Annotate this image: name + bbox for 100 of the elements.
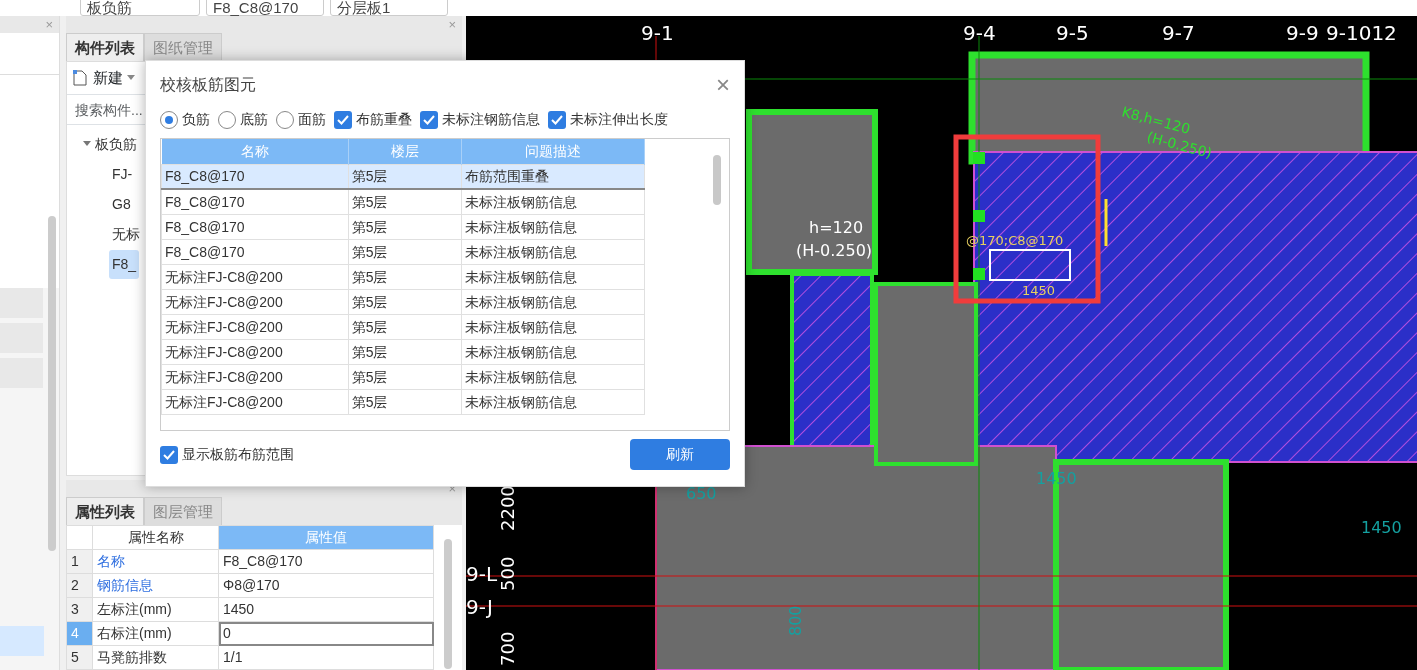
column-header: 名称 xyxy=(161,139,349,164)
table-cell[interactable]: 无标注FJ-C8@200 xyxy=(161,314,349,339)
table-cell[interactable]: 第5层 xyxy=(348,164,462,189)
dropdown[interactable]: 分层板1 xyxy=(330,0,448,16)
annotation-text: h=120 xyxy=(809,218,864,237)
property-name: 马凳筋排数 xyxy=(92,645,219,670)
axis-label: 9-L xyxy=(466,562,498,586)
dropdown[interactable]: F8_C8@170 xyxy=(206,0,324,16)
table-cell[interactable]: 无标注FJ-C8@200 xyxy=(161,339,349,364)
refresh-button[interactable]: 刷新 xyxy=(630,439,730,470)
property-name: 名称 xyxy=(92,549,219,574)
table-cell[interactable]: 第5层 xyxy=(348,239,462,264)
table-cell[interactable]: 第5层 xyxy=(348,339,462,364)
table-cell[interactable]: 无标注FJ-C8@200 xyxy=(161,264,349,289)
row-number: 4 xyxy=(66,621,93,646)
table-cell[interactable]: 未标注板钢筋信息 xyxy=(461,214,645,239)
checkbox-label: 布筋重叠 xyxy=(356,110,412,129)
checkbox[interactable] xyxy=(548,110,566,129)
axis-label: 9-1012 xyxy=(1326,21,1397,45)
new-button[interactable]: 新建 xyxy=(93,66,123,90)
dimension-text: 1450 xyxy=(1361,518,1402,537)
caret-icon[interactable] xyxy=(127,75,135,81)
table-cell[interactable]: 第5层 xyxy=(348,264,462,289)
property-value: Φ8@170 xyxy=(218,573,434,598)
table-cell[interactable]: 第5层 xyxy=(348,289,462,314)
column-header: 属性值 xyxy=(218,525,434,550)
tree-item[interactable]: FJ- xyxy=(109,159,136,189)
new-file-icon xyxy=(71,69,89,87)
grip-handle[interactable] xyxy=(973,152,985,164)
axis-label: 9-5 xyxy=(1056,21,1089,45)
row-number: 2 xyxy=(66,573,93,598)
column-header: 楼层 xyxy=(348,139,462,164)
radio-button[interactable] xyxy=(218,110,236,129)
row-number: 5 xyxy=(66,645,93,670)
dimension-text: 2200 xyxy=(497,485,518,531)
table-cell[interactable]: F8_C8@170 xyxy=(161,239,349,264)
tree-item[interactable]: F8_ xyxy=(109,249,140,279)
tree-item[interactable]: G8 xyxy=(109,189,134,219)
property-name: 左标注(mm) xyxy=(92,597,219,622)
checkbox-label: 未标注伸出长度 xyxy=(570,110,668,129)
table-cell[interactable]: 第5层 xyxy=(348,389,462,414)
axis-label: 9-7 xyxy=(1162,21,1195,45)
grip-handle[interactable] xyxy=(973,210,985,222)
tab[interactable]: 属性列表 xyxy=(66,497,144,525)
row-number: 1 xyxy=(66,549,93,574)
radio-label: 负筋 xyxy=(182,110,210,129)
radio-label: 底筋 xyxy=(240,110,268,129)
radio-button[interactable] xyxy=(160,110,178,129)
checkbox[interactable] xyxy=(160,445,178,464)
radio-button[interactable] xyxy=(276,110,294,129)
list-row[interactable] xyxy=(0,626,44,656)
scrollbar-thumb[interactable] xyxy=(48,216,56,551)
table-cell[interactable]: 第5层 xyxy=(348,214,462,239)
checkbox-label: 未标注钢筋信息 xyxy=(442,110,540,129)
scrollbar-thumb[interactable] xyxy=(444,539,452,669)
axis-label: 9-9 xyxy=(1286,21,1319,45)
radio-label: 面筋 xyxy=(298,110,326,129)
table-cell[interactable]: 第5层 xyxy=(348,314,462,339)
tree-item[interactable]: 板负筋 xyxy=(95,133,137,155)
property-value: F8_C8@170 xyxy=(218,549,434,574)
table-cell[interactable]: 未标注板钢筋信息 xyxy=(461,264,645,289)
table-cell[interactable]: 无标注FJ-C8@200 xyxy=(161,364,349,389)
property-value: 1450 xyxy=(218,597,434,622)
dimension-text: 800 xyxy=(786,605,805,636)
property-name: 右标注(mm) xyxy=(92,621,219,646)
close-button[interactable]: × xyxy=(716,73,730,97)
table-cell[interactable]: 未标注板钢筋信息 xyxy=(461,314,645,339)
dimension-text: 650 xyxy=(686,484,717,503)
dropdown[interactable]: 板负筋 xyxy=(80,0,200,16)
grip-handle[interactable] xyxy=(973,268,985,280)
dialog-title: 校核板筋图元 xyxy=(160,75,256,95)
table-cell[interactable]: 未标注板钢筋信息 xyxy=(461,189,645,214)
table-cell[interactable]: F8_C8@170 xyxy=(161,189,349,214)
table-cell[interactable]: 无标注FJ-C8@200 xyxy=(161,389,349,414)
table-cell[interactable]: 未标注板钢筋信息 xyxy=(461,389,645,414)
table-cell[interactable]: 未标注板钢筋信息 xyxy=(461,364,645,389)
tab[interactable]: 构件列表 xyxy=(66,33,144,61)
value-field[interactable]: 0 xyxy=(218,621,434,646)
axis-label: 9-4 xyxy=(963,21,996,45)
checkbox[interactable] xyxy=(420,110,438,129)
dimension-text: 500 xyxy=(497,556,518,591)
table-cell[interactable]: 第5层 xyxy=(348,364,462,389)
axis-label: 9-J xyxy=(466,595,493,619)
table-cell[interactable]: 未标注板钢筋信息 xyxy=(461,289,645,314)
scrollbar-thumb[interactable] xyxy=(713,155,721,205)
dimension-text: 700 xyxy=(497,631,518,666)
table-cell[interactable]: 未标注板钢筋信息 xyxy=(461,339,645,364)
expand-caret-icon[interactable] xyxy=(83,141,91,147)
table-cell[interactable]: 第5层 xyxy=(348,189,462,214)
table-cell[interactable]: F8_C8@170 xyxy=(161,164,349,189)
table-cell[interactable]: F8_C8@170 xyxy=(161,214,349,239)
property-name: 钢筋信息 xyxy=(92,573,219,598)
column-header: 问题描述 xyxy=(461,139,645,164)
tree-item[interactable]: 无标 xyxy=(109,219,143,249)
axis-label: 9-1 xyxy=(641,21,674,45)
table-cell[interactable]: 布筋范围重叠 xyxy=(461,164,645,189)
checkbox-label: 显示板筋布筋范围 xyxy=(182,445,294,464)
table-cell[interactable]: 无标注FJ-C8@200 xyxy=(161,289,349,314)
checkbox[interactable] xyxy=(334,110,352,129)
table-cell[interactable]: 未标注板钢筋信息 xyxy=(461,239,645,264)
